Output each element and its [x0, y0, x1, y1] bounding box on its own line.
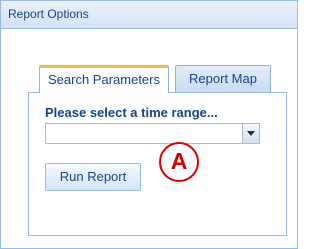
annotation-marker: A: [159, 142, 199, 182]
time-range-dropdown-trigger[interactable]: [242, 124, 259, 143]
panel-title: Report Options: [1, 1, 297, 29]
search-parameters-body: Please select a time range... Run Report: [28, 92, 287, 236]
time-range-input[interactable]: [46, 124, 242, 143]
run-report-button[interactable]: Run Report: [45, 163, 141, 191]
tab-panel: Search Parameters Report Map Please sele…: [28, 59, 287, 236]
tab-search-parameters[interactable]: Search Parameters: [39, 65, 169, 93]
report-options-panel: Report Options Search Parameters Report …: [0, 0, 298, 249]
chevron-down-icon: [247, 131, 255, 136]
tab-report-map[interactable]: Report Map: [175, 65, 271, 92]
tab-strip: Search Parameters Report Map: [28, 59, 287, 93]
time-range-label: Please select a time range...: [45, 105, 218, 120]
time-range-combo[interactable]: [45, 123, 260, 144]
